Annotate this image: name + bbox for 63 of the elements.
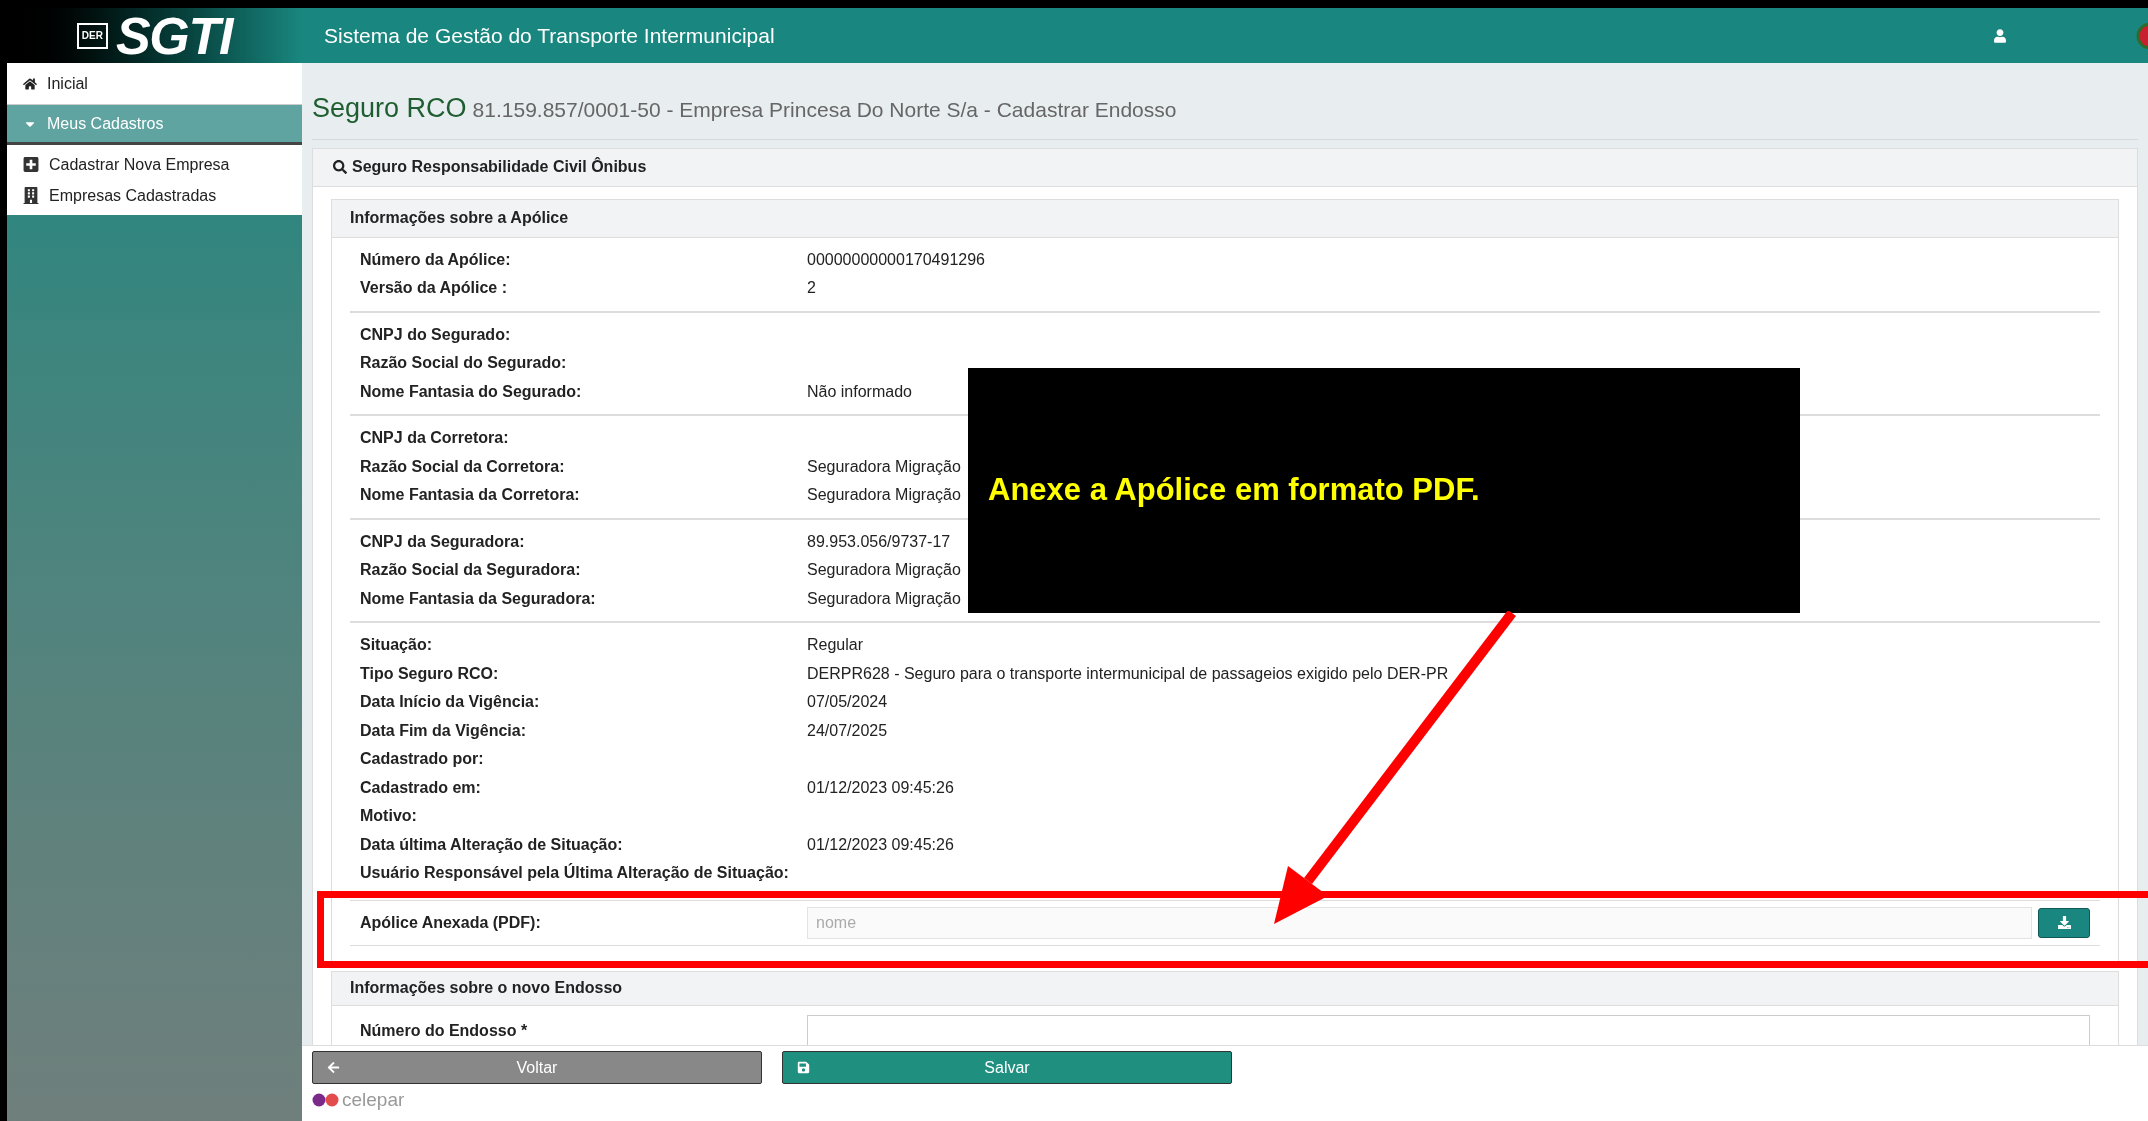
field-label: Razão Social da Corretora: [360, 456, 566, 477]
field-label: Data Fim da Vigência: [360, 720, 527, 741]
download-icon [2057, 916, 2071, 929]
attachment-field[interactable]: nome [807, 906, 2032, 939]
field-value: 00000000000170491296 [807, 249, 985, 270]
save-button[interactable]: Salvar [782, 1051, 1232, 1084]
home-icon [23, 76, 37, 91]
field-label: Número do Endosso * [360, 1020, 529, 1041]
field-label: Nome Fantasia do Segurado: [360, 381, 583, 402]
building-icon [23, 187, 39, 204]
field-value: Regular [807, 635, 864, 656]
back-button[interactable]: Voltar [312, 1051, 762, 1084]
celepar-logo-icon [312, 1092, 340, 1107]
sidebar-subitem[interactable]: Cadastrar Nova Empresa [7, 149, 302, 180]
field-label: Usuário Responsável pela Última Alteração de Situação: [360, 862, 790, 884]
app-title: Sistema de Gestão do Transporte Intermunicipal [324, 22, 775, 49]
field-label: Número da Apólice: [360, 249, 512, 270]
field-value: 07/05/2024 [807, 692, 888, 713]
field-value: 01/12/2023 09:45:26 [807, 834, 954, 855]
field-value: Seguradora Migração [807, 588, 961, 609]
field-label: Apólice Anexada (PDF): [360, 912, 542, 933]
coat-of-arms-icon [2136, 20, 2148, 51]
callout-box: Anexe a Apólice em formato PDF. [968, 368, 1800, 613]
section-title: Informações sobre a Apólice [350, 208, 569, 228]
plus-icon [23, 156, 39, 173]
field-value: DERPR628 - Seguro para o transporte intermunicipal de passageios exigido pelo DER-PR [807, 663, 1449, 684]
user-icon[interactable] [1994, 28, 2006, 43]
brand-name: celepar [342, 1090, 405, 1109]
field-label: CNPJ da Corretora: [360, 428, 510, 449]
field-label: Razão Social da Seguradora: [360, 560, 582, 581]
field-value: Seguradora Migração [807, 456, 961, 477]
field-value: Não informado [807, 381, 912, 402]
field-label: Situação: [360, 635, 433, 656]
field-value: 24/07/2025 [807, 720, 888, 741]
field-label: CNPJ da Seguradora: [360, 531, 526, 552]
field-label: Data Início da Vigência: [360, 692, 541, 713]
field-label: Nome Fantasia da Seguradora: [360, 588, 597, 609]
arrow-left-icon [327, 1061, 340, 1074]
endorsement-number-field[interactable] [807, 1014, 2090, 1045]
field-value: 2 [807, 278, 816, 299]
field-label: Nome Fantasia da Corretora: [360, 485, 581, 506]
field-value: Seguradora Migração [807, 485, 961, 506]
field-label: Data última Alteração de Situação: [360, 834, 624, 855]
save-icon [797, 1061, 810, 1074]
search-icon [333, 160, 347, 174]
field-label: Tipo Seguro RCO: [360, 663, 500, 684]
field-label: Cadastrado por: [360, 749, 485, 770]
page-subtitle: 81.159.857/0001-50 - Empresa Princesa Do Norte S/a - Cadastrar Endosso [472, 97, 1177, 123]
field-value: Seguradora Migração [807, 560, 961, 581]
sidebar-subitem[interactable]: Empresas Cadastradas [7, 180, 302, 211]
page-title: Seguro RCO [312, 92, 467, 125]
panel-title: Seguro Responsabilidade Civil Ônibus [352, 156, 647, 177]
logo: SGTI [116, 9, 233, 62]
field-label: Motivo: [360, 806, 418, 827]
field-label: Cadastrado em: [360, 777, 482, 798]
download-button[interactable] [2038, 907, 2090, 938]
der-emblem: DER [76, 22, 108, 49]
section-title: Informações sobre o novo Endosso [350, 978, 623, 998]
field-value: 89.953.056/9737-17 [807, 531, 951, 552]
field-label: Versão da Apólice : [360, 278, 508, 299]
field-value: 01/12/2023 09:45:26 [807, 777, 954, 798]
field-label: Razão Social do Segurado: [360, 353, 568, 374]
field-label: CNPJ do Segurado: [360, 324, 512, 345]
